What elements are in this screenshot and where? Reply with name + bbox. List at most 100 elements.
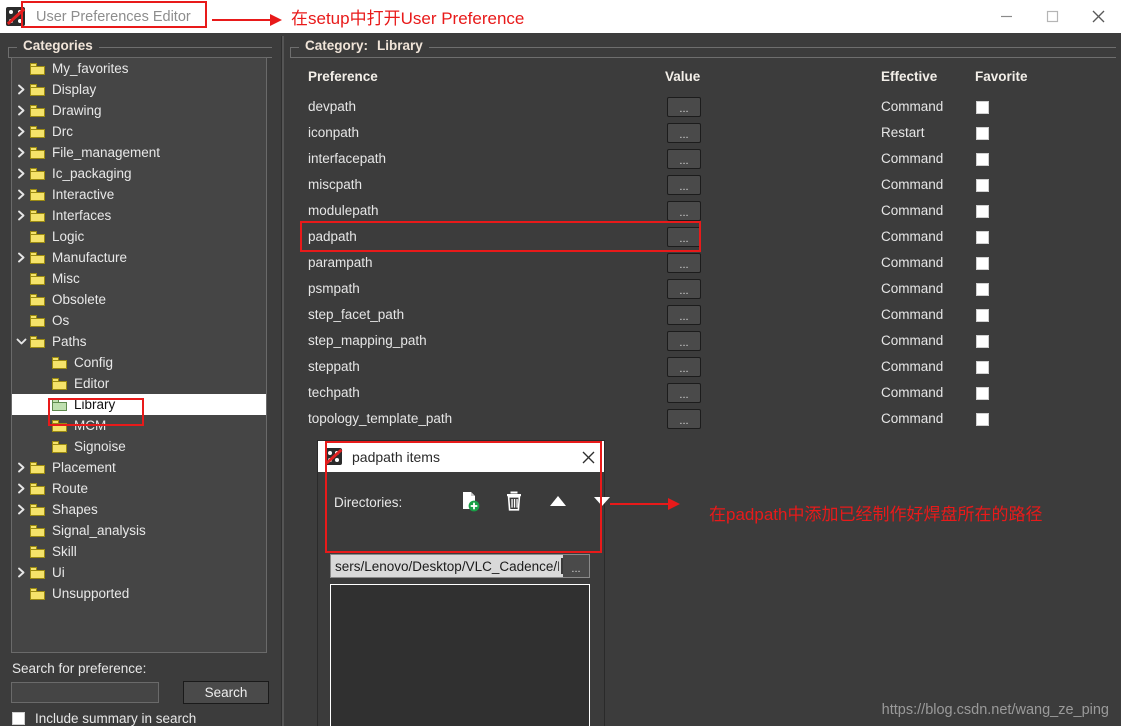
tree-item-mcm[interactable]: MCM [12,415,266,436]
preference-row[interactable]: step_mapping_path... Command [292,329,1114,355]
preference-favorite-checkbox[interactable] [976,257,989,270]
tree-item-ic_packaging[interactable]: Ic_packaging [12,163,266,184]
tree-item-ui[interactable]: Ui [12,562,266,583]
tree-item-misc[interactable]: Misc [12,268,266,289]
chevron-right-icon[interactable] [12,567,30,578]
tree-item-signal_analysis[interactable]: Signal_analysis [12,520,266,541]
tree-item-placement[interactable]: Placement [12,457,266,478]
tree-item-skill[interactable]: Skill [12,541,266,562]
browse-directory-button[interactable]: ... [563,555,589,577]
chevron-right-icon[interactable] [12,105,30,116]
tree-item-label: Logic [52,229,85,244]
preference-row[interactable]: interfacepath... Command [292,147,1114,173]
preference-favorite-checkbox[interactable] [976,231,989,244]
preference-favorite-checkbox[interactable] [976,309,989,322]
directory-path-input[interactable] [331,557,561,575]
preference-favorite-checkbox[interactable] [976,101,989,114]
preference-row[interactable]: iconpath... Restart [292,121,1114,147]
chevron-right-icon[interactable] [12,462,30,473]
preference-row[interactable]: step_facet_path... Command [292,303,1114,329]
tree-item-drawing[interactable]: Drawing [12,100,266,121]
tree-item-editor[interactable]: Editor [12,373,266,394]
move-down-icon[interactable] [590,488,614,514]
preference-value-button[interactable]: ... [667,383,701,403]
preference-row[interactable]: padpath... Command [292,225,1114,251]
preference-row[interactable]: devpath... Command [292,95,1114,121]
move-up-icon[interactable] [546,488,570,514]
preference-value-button[interactable]: ... [667,409,701,429]
close-button[interactable] [1075,0,1121,33]
tree-item-display[interactable]: Display [12,79,266,100]
preference-favorite-checkbox[interactable] [976,179,989,192]
padpath-items-dialog: padpath items Directories: sers/Lenovo/D… [318,441,610,726]
preference-value-button[interactable]: ... [667,227,701,247]
categories-tree[interactable]: My_favorites Display Drawing Drc File_manage… [11,57,267,653]
tree-item-drc[interactable]: Drc [12,121,266,142]
tree-item-obsolete[interactable]: Obsolete [12,289,266,310]
preference-row[interactable]: techpath... Command [292,381,1114,407]
minimize-button[interactable] [983,0,1029,33]
tree-item-route[interactable]: Route [12,478,266,499]
tree-item-os[interactable]: Os [12,310,266,331]
chevron-right-icon[interactable] [12,126,30,137]
preference-value-button[interactable]: ... [667,331,701,351]
preference-row[interactable]: miscpath... Command [292,173,1114,199]
preference-value-button[interactable]: ... [667,123,701,143]
preference-row[interactable]: modulepath... Command [292,199,1114,225]
directories-list[interactable] [330,584,590,726]
tree-item-logic[interactable]: Logic [12,226,266,247]
search-button[interactable]: Search [183,681,269,704]
tree-item-paths[interactable]: Paths [12,331,266,352]
preference-value-button[interactable]: ... [667,253,701,273]
preference-row[interactable]: parampath... Command [292,251,1114,277]
preference-row[interactable]: steppath... Command [292,355,1114,381]
preference-value-button[interactable]: ... [667,201,701,221]
tree-item-signoise[interactable]: Signoise [12,436,266,457]
search-label: Search for preference: [12,661,147,676]
include-summary-row[interactable]: Include summary in search [12,711,196,726]
preference-value-button[interactable]: ... [667,305,701,325]
panel-splitter[interactable] [281,36,284,726]
tree-item-interfaces[interactable]: Interfaces [12,205,266,226]
tree-item-my_favorites[interactable]: My_favorites [12,58,266,79]
preference-favorite-checkbox[interactable] [976,335,989,348]
chevron-right-icon[interactable] [12,252,30,263]
tree-item-library[interactable]: Library [12,394,266,415]
include-summary-checkbox[interactable] [12,712,25,725]
dialog-close-button[interactable] [578,447,598,467]
chevron-right-icon[interactable] [12,84,30,95]
chevron-right-icon[interactable] [12,168,30,179]
tree-item-file_management[interactable]: File_management [12,142,266,163]
preference-value-button[interactable]: ... [667,357,701,377]
preference-favorite-checkbox[interactable] [976,413,989,426]
tree-item-config[interactable]: Config [12,352,266,373]
preference-row[interactable]: topology_template_path... Command [292,407,1114,433]
preference-favorite-checkbox[interactable] [976,361,989,374]
chevron-right-icon[interactable] [12,483,30,494]
preference-favorite-checkbox[interactable] [976,205,989,218]
preference-value-button[interactable]: ... [667,175,701,195]
add-directory-icon[interactable] [458,488,482,514]
preference-value-button[interactable]: ... [667,97,701,117]
maximize-button[interactable] [1029,0,1075,33]
tree-item-shapes[interactable]: Shapes [12,499,266,520]
directory-path-field[interactable]: ... [330,554,590,578]
tree-item-interactive[interactable]: Interactive [12,184,266,205]
chevron-right-icon[interactable] [12,147,30,158]
preference-favorite-checkbox[interactable] [976,153,989,166]
delete-directory-icon[interactable] [502,488,526,514]
chevron-right-icon[interactable] [12,504,30,515]
chevron-right-icon[interactable] [12,210,30,221]
chevron-right-icon[interactable] [12,189,30,200]
chevron-down-icon[interactable] [12,336,30,347]
preference-row[interactable]: psmpath... Command [292,277,1114,303]
folder-icon [30,230,45,243]
preference-value-button[interactable]: ... [667,149,701,169]
preference-value-button[interactable]: ... [667,279,701,299]
preference-favorite-checkbox[interactable] [976,127,989,140]
search-input[interactable] [11,682,159,703]
preference-favorite-checkbox[interactable] [976,387,989,400]
tree-item-unsupported[interactable]: Unsupported [12,583,266,604]
tree-item-manufacture[interactable]: Manufacture [12,247,266,268]
preference-favorite-checkbox[interactable] [976,283,989,296]
